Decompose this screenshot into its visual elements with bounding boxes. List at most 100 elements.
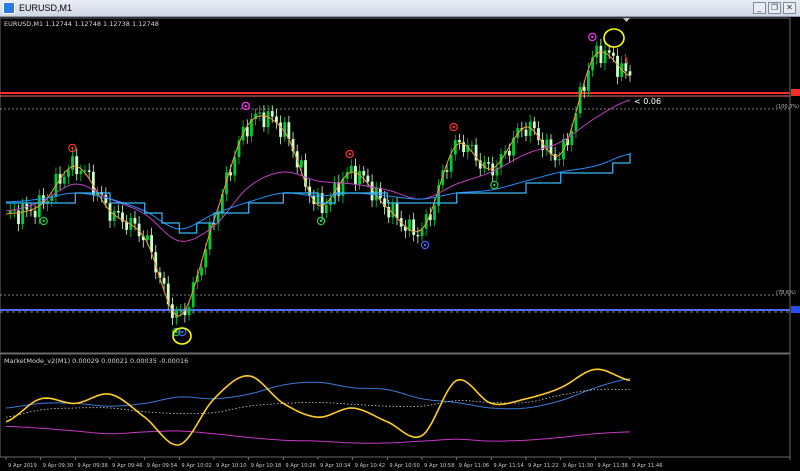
- time-tick-label: 9 Apr 10:10: [216, 463, 247, 469]
- price-chart[interactable]: EURUSD,M1 1.12744 1.12748 1.12738 1.1274…: [0, 16, 800, 471]
- candle-body: [412, 219, 416, 235]
- candle-body: [133, 217, 137, 224]
- candle-body: [449, 154, 453, 172]
- restore-icon[interactable]: ❐: [768, 2, 781, 14]
- window-titlebar: EURUSD,M1 _ ❐ ✕: [0, 0, 800, 17]
- candle-body: [258, 112, 262, 114]
- candle-body: [229, 172, 233, 176]
- signal-dot: [181, 330, 184, 334]
- candle-body: [599, 45, 603, 64]
- signal-dot: [42, 219, 45, 223]
- signal-dot: [348, 152, 351, 156]
- candle-body: [358, 170, 361, 185]
- candle-body: [179, 310, 183, 312]
- main-info-label: EURUSD,M1 1.12744 1.12748 1.12738 1.1274…: [4, 20, 159, 28]
- candle-body: [362, 170, 366, 176]
- time-tick-label: 9 Apr 11:14: [493, 463, 524, 469]
- candle-body: [416, 234, 420, 237]
- candle-body: [366, 175, 370, 182]
- candle-body: [162, 277, 166, 284]
- main-pane: [0, 17, 791, 354]
- resistance-price-tag: [791, 89, 800, 96]
- pip-distance-label: < 0.06: [634, 97, 661, 106]
- signal-dot: [452, 125, 455, 129]
- time-tick-label: 9 Apr 09:30: [43, 463, 74, 469]
- candle-body: [279, 122, 282, 137]
- chart-window-icon: [3, 2, 15, 14]
- candle-body: [262, 112, 266, 128]
- signal-dot: [319, 219, 323, 223]
- candle-body: [12, 210, 16, 212]
- signal-dot: [591, 35, 594, 39]
- candle-body: [391, 203, 395, 218]
- candle-body: [524, 129, 528, 136]
- candle-body: [270, 111, 274, 117]
- close-icon[interactable]: ✕: [783, 2, 796, 14]
- fib-786-label: (78.6%): [776, 290, 796, 296]
- time-tick-label: 9 Apr 11:22: [528, 463, 559, 469]
- candle-body: [349, 165, 353, 172]
- candle-body: [487, 162, 490, 164]
- candle-body: [595, 45, 599, 58]
- minimize-icon[interactable]: _: [753, 2, 766, 14]
- time-tick-label: 9 Apr 11:06: [459, 463, 490, 469]
- candle-body: [628, 71, 632, 76]
- candle-body: [570, 130, 574, 146]
- time-tick-label: 9 Apr 09:46: [112, 463, 143, 469]
- time-tick-label: 9 Apr 10:26: [285, 463, 316, 469]
- candle-body: [532, 121, 536, 129]
- signal-dot: [244, 104, 247, 108]
- time-tick-label: 9 Apr 10:42: [355, 463, 386, 469]
- candle-body: [445, 170, 449, 172]
- candle-body: [299, 160, 303, 168]
- candle-body: [200, 267, 203, 276]
- fib-100-label: (100.0%): [776, 104, 799, 110]
- signal-dot: [423, 243, 427, 247]
- candle-body: [62, 176, 66, 184]
- candle-body: [395, 203, 399, 219]
- time-tick-label: 9 Apr 10:18: [251, 463, 282, 469]
- support-price-tag: [791, 306, 800, 313]
- candle-body: [266, 111, 270, 128]
- candle-body: [67, 169, 70, 177]
- candle-body: [146, 235, 149, 241]
- candle-body: [87, 170, 91, 172]
- candle-body: [470, 144, 474, 146]
- candle-body: [75, 156, 79, 175]
- time-tick-label: 9 Apr 10:58: [424, 463, 455, 469]
- candle-body: [33, 210, 37, 218]
- time-axis: 9 Apr 2019 9 Apr 09:30 9 Apr 09:38 9 Apr 09…: [5, 457, 663, 469]
- window-title: EURUSD,M1: [19, 3, 73, 13]
- candle-body: [21, 203, 25, 225]
- candle-body: [491, 163, 495, 176]
- chart-window: EURUSD,M1 _ ❐ ✕ EURUSD,M1 1.12744 1.1274…: [0, 0, 800, 471]
- time-tick-label: 9 Apr 09:54: [147, 463, 178, 469]
- candle-body: [324, 205, 328, 214]
- candle-body: [557, 159, 561, 161]
- candle-body: [187, 307, 191, 316]
- candle-body: [116, 211, 120, 213]
- candle-body: [283, 122, 287, 137]
- candle-body: [624, 63, 628, 72]
- time-tick-label: 9 Apr 2019: [8, 463, 37, 469]
- candle-body: [79, 170, 83, 175]
- candle-body: [458, 140, 461, 143]
- candle-body: [233, 157, 237, 176]
- time-tick-label: 9 Apr 11:38: [597, 463, 628, 469]
- time-tick-label: 9 Apr 11:30: [563, 463, 594, 469]
- candle-body: [71, 156, 74, 170]
- time-tick-label: 9 Apr 11:46: [632, 463, 663, 469]
- candle-body: [607, 50, 611, 53]
- candle-body: [354, 165, 357, 185]
- candle-body: [507, 150, 511, 156]
- candle-body: [433, 205, 436, 221]
- time-tick-label: 9 Apr 10:02: [181, 463, 212, 469]
- oscillator-label: MarketMode_v2(M1) 0.00029 0.00021 0.0003…: [4, 357, 188, 365]
- time-tick-label: 9 Apr 10:50: [389, 463, 420, 469]
- time-tick-label: 9 Apr 10:34: [320, 463, 351, 469]
- candle-body: [611, 52, 615, 56]
- signal-dot: [493, 183, 496, 187]
- signal-dot: [71, 146, 74, 150]
- time-tick-label: 9 Apr 09:38: [77, 463, 108, 469]
- candle-body: [553, 154, 557, 161]
